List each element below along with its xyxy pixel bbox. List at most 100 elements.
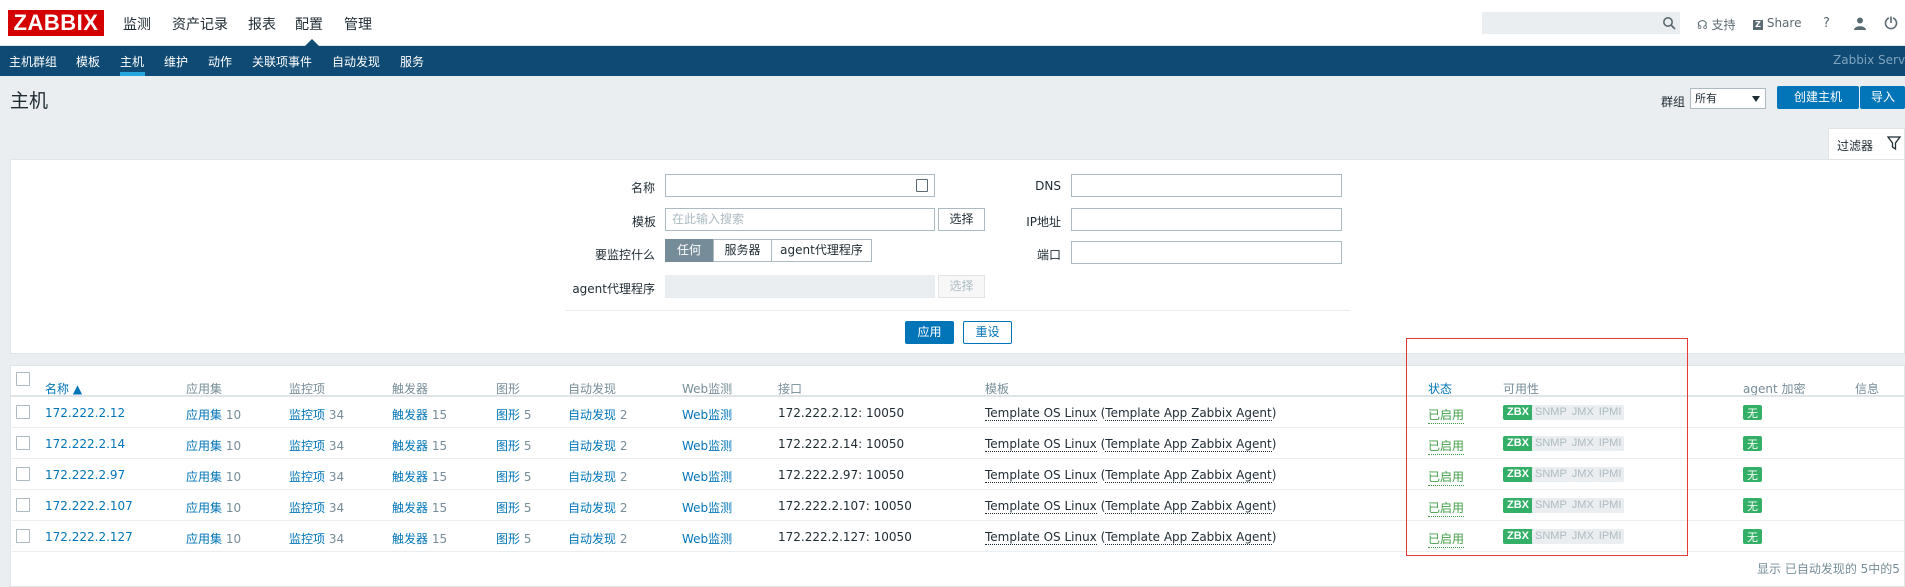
subnav-event-correlation[interactable]: 关联项事件 — [252, 53, 312, 70]
discovery-link[interactable]: 自动发现 — [568, 408, 616, 422]
subnav-maintenance[interactable]: 维护 — [164, 53, 188, 70]
support-link[interactable]: ☊ 支持 — [1697, 16, 1736, 33]
discovery-link[interactable]: 自动发现 — [568, 501, 616, 515]
applications-link[interactable]: 应用集 — [186, 439, 222, 453]
web-monitoring-link[interactable]: Web监测 — [682, 499, 732, 516]
triggers-link[interactable]: 触发器 — [392, 439, 428, 453]
host-name-link[interactable]: 172.222.2.107 — [45, 499, 133, 513]
applications-link[interactable]: 应用集 — [186, 470, 222, 484]
web-monitoring-link[interactable]: Web监测 — [682, 530, 732, 547]
status-toggle-link[interactable]: 已启用 — [1428, 437, 1465, 455]
filter-name-input[interactable] — [665, 174, 935, 197]
row-checkbox[interactable] — [16, 467, 30, 481]
discovery-link[interactable]: 自动发现 — [568, 470, 616, 484]
web-monitoring-link[interactable]: Web监测 — [682, 406, 732, 423]
user-profile-icon[interactable] — [1853, 16, 1867, 30]
graphs-link[interactable]: 图形 — [496, 470, 520, 484]
items-link[interactable]: 监控项 — [289, 501, 325, 515]
availability-badges: ZBX SNMP JMX IPMI — [1503, 498, 1625, 513]
subnav-actions[interactable]: 动作 — [208, 53, 232, 70]
help-icon[interactable]: ? — [1823, 16, 1830, 31]
parent-template-link[interactable]: Template App Zabbix Agent — [1105, 530, 1272, 545]
subnav-hosts[interactable]: 主机 — [120, 53, 144, 70]
parent-template-link[interactable]: Template App Zabbix Agent — [1105, 437, 1272, 452]
reset-filter-button[interactable]: 重设 — [963, 321, 1012, 344]
parent-template-link[interactable]: Template App Zabbix Agent — [1105, 468, 1272, 483]
select-all-checkbox[interactable] — [16, 372, 30, 386]
menu-administration[interactable]: 管理 — [344, 14, 372, 34]
status-toggle-link[interactable]: 已启用 — [1428, 406, 1465, 424]
search-icon[interactable] — [1662, 16, 1676, 30]
host-name-link[interactable]: 172.222.2.97 — [45, 468, 125, 482]
graphs-count: 5 — [523, 501, 532, 515]
menu-inventory[interactable]: 资产记录 — [172, 14, 228, 34]
template-link[interactable]: Template OS Linux — [985, 499, 1097, 514]
status-toggle-link[interactable]: 已启用 — [1428, 530, 1465, 548]
subnav-discovery[interactable]: 自动发现 — [332, 53, 380, 70]
status-toggle-link[interactable]: 已启用 — [1428, 468, 1465, 486]
host-name-link[interactable]: 172.222.2.127 — [45, 530, 133, 544]
filter-port-input[interactable] — [1071, 241, 1342, 264]
subnav-services[interactable]: 服务 — [400, 53, 424, 70]
create-host-button[interactable]: 创建主机 — [1777, 86, 1859, 109]
global-search-input[interactable] — [1482, 12, 1680, 34]
apply-filter-button[interactable]: 应用 — [905, 321, 954, 344]
items-link[interactable]: 监控项 — [289, 470, 325, 484]
host-name-link[interactable]: 172.222.2.14 — [45, 437, 125, 451]
applications-link[interactable]: 应用集 — [186, 408, 222, 422]
graphs-link[interactable]: 图形 — [496, 408, 520, 422]
triggers-link[interactable]: 触发器 — [392, 470, 428, 484]
monitor-proxy-option[interactable]: agent代理程序 — [771, 239, 872, 262]
items-count: 34 — [328, 532, 345, 546]
applications-link[interactable]: 应用集 — [186, 501, 222, 515]
parent-template-link[interactable]: Template App Zabbix Agent — [1105, 406, 1272, 421]
snmp-badge: SNMP — [1532, 436, 1570, 451]
discovery-count: 2 — [619, 532, 628, 546]
zabbix-logo[interactable]: ZABBIX — [8, 10, 104, 36]
discovery-link[interactable]: 自动发现 — [568, 532, 616, 546]
host-name-link[interactable]: 172.222.2.12 — [45, 406, 125, 420]
filter-tab[interactable]: 过滤器 — [1828, 128, 1905, 159]
subnav-templates[interactable]: 模板 — [76, 53, 100, 70]
filter-icon — [1887, 136, 1901, 150]
import-button[interactable]: 导入 — [1860, 86, 1905, 109]
triggers-count: 15 — [431, 470, 448, 484]
subnav-host-groups[interactable]: 主机群组 — [9, 53, 57, 70]
monitor-server-option[interactable]: 服务器 — [713, 239, 772, 262]
items-link[interactable]: 监控项 — [289, 532, 325, 546]
sub-navigation: 主机群组 模板 主机 维护 动作 关联项事件 自动发现 服务 Zabbix Se… — [0, 46, 1905, 76]
sign-out-icon[interactable] — [1884, 16, 1898, 30]
web-monitoring-link[interactable]: Web监测 — [682, 437, 732, 454]
web-monitoring-link[interactable]: Web监测 — [682, 468, 732, 485]
template-link[interactable]: Template OS Linux — [985, 406, 1097, 421]
template-link[interactable]: Template OS Linux — [985, 530, 1097, 545]
triggers-link[interactable]: 触发器 — [392, 408, 428, 422]
row-checkbox[interactable] — [16, 405, 30, 419]
row-checkbox[interactable] — [16, 436, 30, 450]
share-link[interactable]: Z Share — [1753, 16, 1801, 30]
template-link[interactable]: Template OS Linux — [985, 468, 1097, 483]
graphs-link[interactable]: 图形 — [496, 439, 520, 453]
discovery-link[interactable]: 自动发现 — [568, 439, 616, 453]
menu-configuration[interactable]: 配置 — [295, 14, 323, 34]
template-link[interactable]: Template OS Linux — [985, 437, 1097, 452]
items-link[interactable]: 监控项 — [289, 408, 325, 422]
menu-reports[interactable]: 报表 — [248, 14, 276, 34]
menu-monitoring[interactable]: 监测 — [123, 14, 151, 34]
applications-link[interactable]: 应用集 — [186, 532, 222, 546]
graphs-link[interactable]: 图形 — [496, 532, 520, 546]
row-checkbox[interactable] — [16, 498, 30, 512]
graphs-link[interactable]: 图形 — [496, 501, 520, 515]
triggers-link[interactable]: 触发器 — [392, 532, 428, 546]
filter-template-input[interactable]: 在此输入搜索 — [665, 208, 935, 231]
group-select[interactable]: 所有 — [1690, 88, 1766, 109]
parent-template-link[interactable]: Template App Zabbix Agent — [1105, 499, 1272, 514]
triggers-link[interactable]: 触发器 — [392, 501, 428, 515]
status-toggle-link[interactable]: 已启用 — [1428, 499, 1465, 517]
monitor-any-option[interactable]: 任何 — [665, 239, 713, 262]
items-link[interactable]: 监控项 — [289, 439, 325, 453]
filter-dns-input[interactable] — [1071, 174, 1342, 197]
row-checkbox[interactable] — [16, 529, 30, 543]
filter-ip-input[interactable] — [1071, 208, 1342, 231]
graphs-count: 5 — [523, 439, 532, 453]
